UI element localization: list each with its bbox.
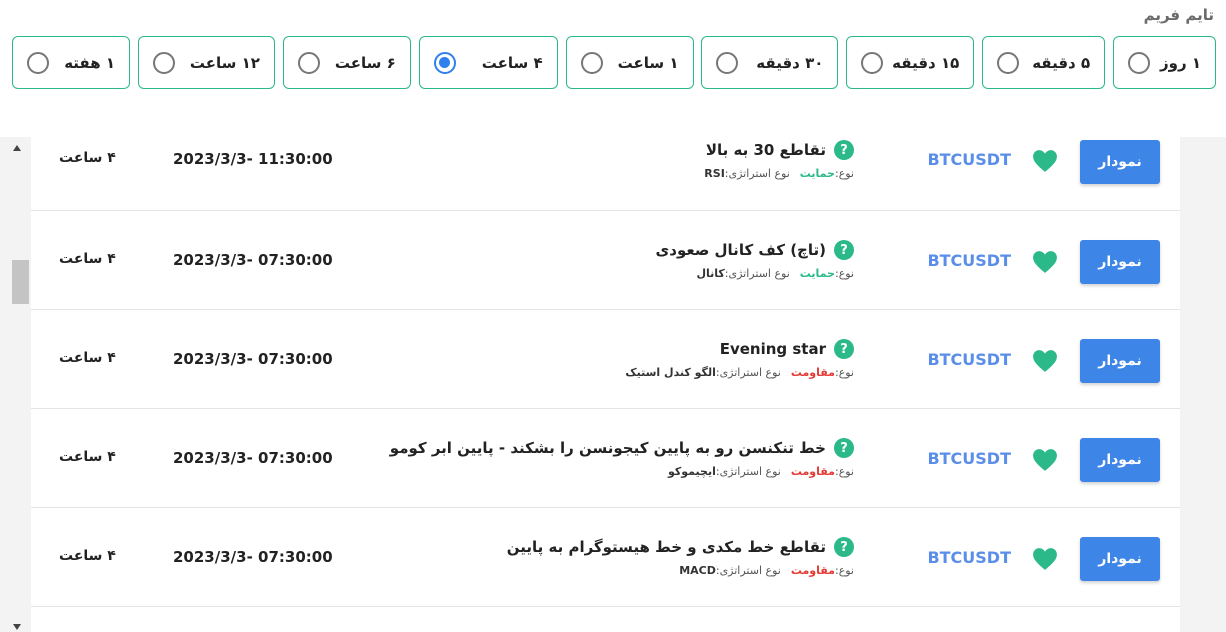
signal-timeframe: ۴ ساعت <box>59 548 116 564</box>
heart-icon[interactable] <box>1032 149 1058 173</box>
scroll-thumb[interactable] <box>12 260 29 304</box>
signal-title: (تاچ) کف کانال صعودی <box>655 241 827 259</box>
timeframe-option[interactable]: ۱۵ دقیقه <box>846 36 975 89</box>
heart-icon[interactable] <box>1032 547 1058 571</box>
signal-title: تقاطع خط مکدی و خط هیستوگرام به پایین <box>506 538 826 556</box>
signal-title-line: تقاطع خط مکدی و خط هیستوگرام به پایین ? <box>507 537 854 557</box>
signal-timeframe: ۴ ساعت <box>59 251 116 267</box>
signal-title-line: خط تنکنسن رو به پایین کیجونسن را بشکند -… <box>390 438 854 458</box>
scroll-down-arrow-icon[interactable] <box>13 624 21 630</box>
signal-row: نمودار BTCUSDT خط تنکنسن رو به پایین کیج… <box>31 409 1180 508</box>
radio-unchecked-icon[interactable] <box>997 51 1020 74</box>
symbol-link[interactable]: BTCUSDT <box>927 251 1011 270</box>
timeframe-option-label: ۵ دقیقه <box>1032 53 1091 72</box>
chart-button[interactable]: نمودار <box>1080 537 1160 581</box>
type-value: مقاومت <box>790 366 835 379</box>
signal-datetime: 2023/3/3- 07:30:00 <box>173 350 333 368</box>
signal-timeframe: ۴ ساعت <box>59 150 116 166</box>
strategy-info: نوع استراتژی:الگو کندل استیک <box>625 366 781 379</box>
type-info: نوع:حمایت <box>799 167 854 180</box>
type-info: نوع:مقاومت <box>790 465 854 478</box>
signal-row: نمودار BTCUSDT (تاچ) کف کانال صعودی ? نو… <box>31 211 1180 310</box>
heart-icon[interactable] <box>1032 448 1058 472</box>
signal-meta: نوع استراتژی:الگو کندل استیک نوع:مقاومت <box>625 366 854 379</box>
signal-title: خط تنکنسن رو به پایین کیجونسن را بشکند -… <box>389 439 826 457</box>
timeframe-option[interactable]: ۵ دقیقه <box>982 36 1106 89</box>
help-icon[interactable]: ? <box>834 240 854 260</box>
radio-unchecked-icon[interactable] <box>716 51 739 74</box>
timeframe-option-label: ۱۵ دقیقه <box>892 53 960 72</box>
strategy-info: نوع استراتژی:کانال <box>696 267 790 280</box>
scroll-up-arrow-icon[interactable] <box>13 145 21 151</box>
heart-icon[interactable] <box>1032 250 1058 274</box>
timeframe-option-label: ۱۲ ساعت <box>189 53 260 72</box>
chart-button[interactable]: نمودار <box>1080 339 1160 383</box>
scrollbar[interactable] <box>0 137 31 632</box>
chart-button[interactable]: نمودار <box>1080 438 1160 482</box>
radio-unchecked-icon[interactable] <box>27 51 49 74</box>
radio-unchecked-icon[interactable] <box>861 51 884 74</box>
signal-datetime: 2023/3/3- 11:30:00 <box>173 150 333 168</box>
signal-meta: نوع استراتژی:کانال نوع:حمایت <box>696 267 854 280</box>
help-icon[interactable]: ? <box>834 339 854 359</box>
timeframe-option[interactable]: ۱ روز <box>1113 36 1216 89</box>
signal-meta: نوع استراتژی:ایچیموکو نوع:مقاومت <box>668 465 854 478</box>
chart-button[interactable]: نمودار <box>1080 240 1160 284</box>
strategy-info: نوع استراتژی:MACD <box>679 564 781 577</box>
signal-row: نمودار BTCUSDT تقاطع 30 به بالا ? نوع اس… <box>31 137 1180 211</box>
help-icon[interactable]: ? <box>834 140 854 160</box>
heart-icon[interactable] <box>1032 349 1058 373</box>
type-value: حمایت <box>799 167 835 180</box>
timeframe-options: ۱ روز ۵ دقیقه ۱۵ دقیقه ۳۰ دقیقه ۱ ساعت ۴ ساعت… <box>12 36 1216 89</box>
signal-title: Evening star <box>719 340 826 358</box>
signal-datetime: 2023/3/3- 07:30:00 <box>173 449 333 467</box>
timeframe-option[interactable]: ۱ ساعت <box>565 36 694 89</box>
timeframe-option-label: ۱ روز <box>1160 53 1201 72</box>
radio-unchecked-icon[interactable] <box>1128 51 1150 74</box>
symbol-link[interactable]: BTCUSDT <box>927 150 1011 169</box>
timeframe-option[interactable]: ۴ ساعت <box>418 36 558 89</box>
timeframe-option-label: ۱ ساعت <box>617 53 679 72</box>
timeframe-option-label: ۳۰ دقیقه <box>756 53 824 72</box>
radio-checked-icon[interactable] <box>433 51 456 74</box>
symbol-link[interactable]: BTCUSDT <box>927 449 1011 468</box>
timeframe-option-label: ۴ ساعت <box>481 53 543 72</box>
symbol-link[interactable]: BTCUSDT <box>927 548 1011 567</box>
strategy-info: نوع استراتژی:ایچیموکو <box>667 465 781 478</box>
timeframe-title: تایم فریم <box>1143 6 1214 24</box>
timeframe-option[interactable]: ۱ هفته <box>12 36 130 89</box>
type-info: نوع:مقاومت <box>790 366 854 379</box>
type-info: نوع:مقاومت <box>790 564 854 577</box>
type-info: نوع:حمایت <box>799 267 854 280</box>
strategy-info: نوع استراتژی:RSI <box>704 167 790 180</box>
radio-unchecked-icon[interactable] <box>580 51 603 74</box>
type-value: حمایت <box>799 267 835 280</box>
signal-list: نمودار BTCUSDT تقاطع 30 به بالا ? نوع اس… <box>31 137 1180 632</box>
signal-title-line: (تاچ) کف کانال صعودی ? <box>655 240 854 260</box>
timeframe-option[interactable]: ۳۰ دقیقه <box>701 36 839 89</box>
timeframe-option-label: ۱ هفته <box>64 53 115 72</box>
signal-timeframe: ۴ ساعت <box>59 350 116 366</box>
help-icon[interactable]: ? <box>834 438 854 458</box>
symbol-link[interactable]: BTCUSDT <box>927 350 1011 369</box>
timeframe-option-label: ۶ ساعت <box>334 53 396 72</box>
radio-unchecked-icon[interactable] <box>152 51 175 74</box>
type-value: مقاومت <box>790 564 835 577</box>
signal-title-line: Evening star ? <box>720 339 854 359</box>
help-icon[interactable]: ? <box>834 537 854 557</box>
timeframe-option[interactable]: ۶ ساعت <box>282 36 411 89</box>
timeframe-option[interactable]: ۱۲ ساعت <box>137 36 275 89</box>
signal-title: تقاطع 30 به بالا <box>705 141 826 159</box>
signal-row: نمودار BTCUSDT Evening star ? نوع استرات… <box>31 310 1180 409</box>
signal-timeframe: ۴ ساعت <box>59 449 116 465</box>
signal-datetime: 2023/3/3- 07:30:00 <box>173 548 333 566</box>
signal-meta: نوع استراتژی:MACD نوع:مقاومت <box>679 564 854 577</box>
type-value: مقاومت <box>790 465 835 478</box>
radio-unchecked-icon[interactable] <box>297 51 320 74</box>
signal-title-line: تقاطع 30 به بالا ? <box>706 140 854 160</box>
signal-datetime: 2023/3/3- 07:30:00 <box>173 251 333 269</box>
signal-meta: نوع استراتژی:RSI نوع:حمایت <box>704 167 854 180</box>
signal-row: نمودار BTCUSDT تقاطع خط مکدی و خط هیستوگ… <box>31 508 1180 607</box>
chart-button[interactable]: نمودار <box>1080 140 1160 184</box>
